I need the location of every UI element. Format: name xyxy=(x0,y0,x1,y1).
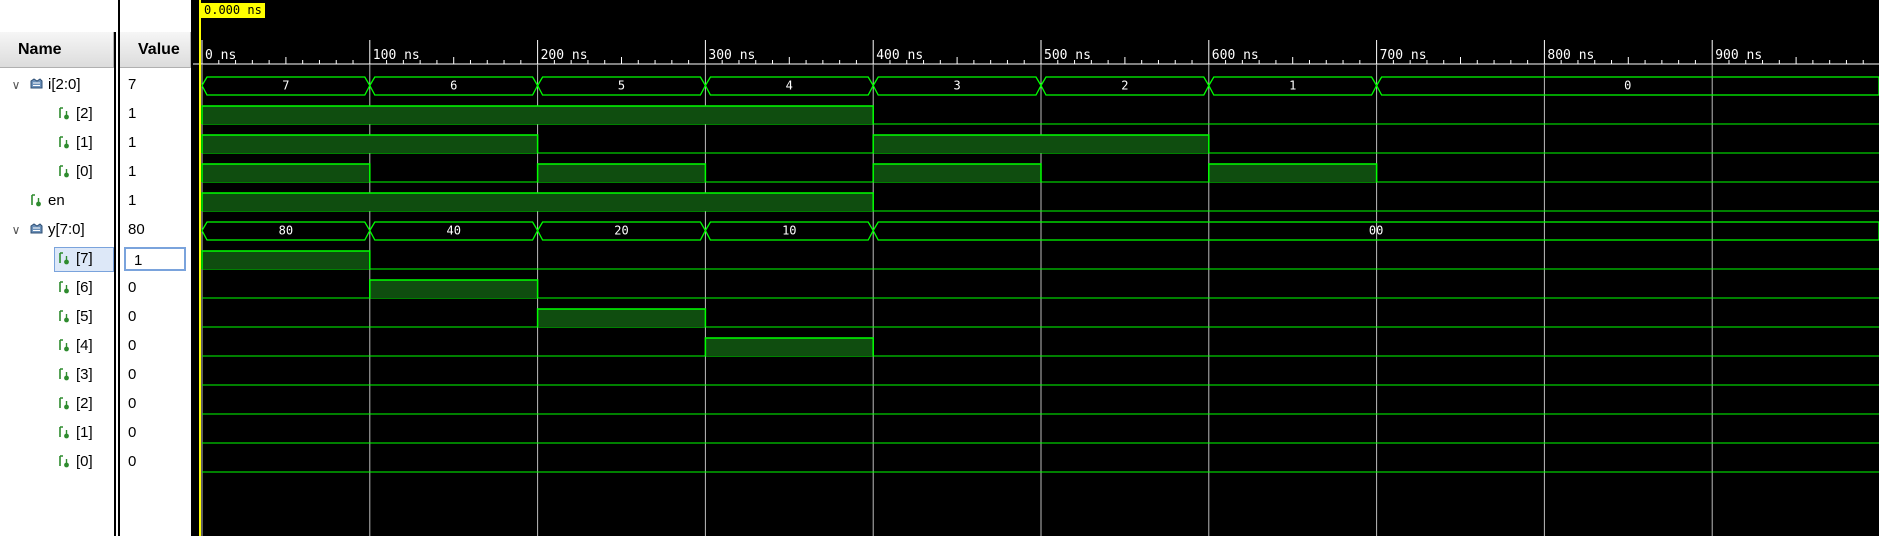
signal-name: [3] xyxy=(76,366,93,383)
signal-name: [1] xyxy=(76,424,93,441)
bit-icon xyxy=(59,397,69,410)
signal-name: [7] xyxy=(76,250,93,267)
signal-row[interactable]: [1] xyxy=(0,421,114,445)
signal-row[interactable]: [6] xyxy=(0,276,114,300)
time-tick-label: 100 ns xyxy=(373,48,420,63)
bus-segment-label: 7 xyxy=(282,79,289,93)
bit-high-fill xyxy=(202,135,538,153)
bit-high-fill xyxy=(705,338,874,356)
signal-value[interactable]: 0 xyxy=(120,392,191,416)
signal-row[interactable]: [2] xyxy=(0,392,114,416)
signal-value[interactable]: 0 xyxy=(120,421,191,445)
signal-name: [2] xyxy=(76,105,93,122)
time-tick-label: 0 ns xyxy=(205,48,236,63)
bus-icon xyxy=(30,223,43,234)
signal-value[interactable]: 0 xyxy=(120,363,191,387)
bit-high-fill xyxy=(873,164,1041,182)
signal-row[interactable]: [4] xyxy=(0,334,114,358)
bit-high-fill xyxy=(202,193,874,211)
bit-high-fill xyxy=(202,251,370,269)
signal-row[interactable]: en xyxy=(0,189,114,213)
signal-row[interactable]: [5] xyxy=(0,305,114,329)
bus-segment-label: 0 xyxy=(1624,79,1631,93)
bit-high-fill xyxy=(202,106,874,124)
bit-icon xyxy=(59,281,69,294)
bit-icon xyxy=(59,455,69,468)
time-tick-label: 800 ns xyxy=(1547,48,1594,63)
signal-name: en xyxy=(48,192,65,209)
name-column-header[interactable]: Name xyxy=(0,32,114,68)
bit-icon xyxy=(59,107,69,120)
signal-name: [0] xyxy=(76,163,93,180)
signal-row[interactable]: [1] xyxy=(0,131,114,155)
signal-name: [4] xyxy=(76,337,93,354)
bus-segment-label: 10 xyxy=(782,224,796,238)
signal-value[interactable]: 1 xyxy=(120,102,191,126)
signal-value[interactable]: 0 xyxy=(120,334,191,358)
time-tick-label: 600 ns xyxy=(1212,48,1259,63)
signal-name: i[2:0] xyxy=(48,76,81,93)
signal-row[interactable]: [7] xyxy=(0,247,114,271)
signal-value[interactable]: 1 xyxy=(120,131,191,155)
time-tick-label: 900 ns xyxy=(1715,48,1762,63)
chevron-down-icon[interactable]: ∨ xyxy=(10,73,22,97)
signal-value[interactable]: 1 xyxy=(120,189,191,213)
signal-value[interactable]: 80 xyxy=(120,218,191,242)
signal-name: [0] xyxy=(76,453,93,470)
signal-value[interactable]: 0 xyxy=(120,450,191,474)
bus-segment-label: 00 xyxy=(1369,224,1383,238)
bit-icon xyxy=(59,426,69,439)
time-tick-label: 500 ns xyxy=(1044,48,1091,63)
signal-row[interactable]: [0] xyxy=(0,160,114,184)
time-tick-label: 700 ns xyxy=(1380,48,1427,63)
bit-icon xyxy=(59,252,69,265)
bus-segment-label: 2 xyxy=(1121,79,1128,93)
signal-row[interactable]: ∨ i[2:0] xyxy=(0,73,114,97)
bus-segment-label: 6 xyxy=(450,79,457,93)
name-column-border xyxy=(114,32,116,536)
bit-icon xyxy=(59,368,69,381)
time-tick-label: 300 ns xyxy=(708,48,755,63)
bit-icon xyxy=(59,165,69,178)
signal-value[interactable]: 1 xyxy=(120,160,191,184)
signal-value[interactable]: 0 xyxy=(120,305,191,329)
signal-row[interactable]: [0] xyxy=(0,450,114,474)
signal-name: y[7:0] xyxy=(48,221,85,238)
waveform-plot[interactable]: 0 ns 100 ns 200 ns 300 ns 400 ns 500 ns 600 ns… xyxy=(193,0,1879,536)
signal-row[interactable]: ∨ y[7:0] xyxy=(0,218,114,242)
signal-name: [6] xyxy=(76,279,93,296)
bus-segment-label: 3 xyxy=(953,79,960,93)
signal-name: [5] xyxy=(76,308,93,325)
bus-segment-label: 1 xyxy=(1289,79,1296,93)
signal-value[interactable]: 1 xyxy=(124,247,186,271)
bit-high-fill xyxy=(537,164,706,182)
signal-name: [2] xyxy=(76,395,93,412)
signal-row[interactable]: [2] xyxy=(0,102,114,126)
bit-icon xyxy=(59,136,69,149)
signal-row[interactable]: [3] xyxy=(0,363,114,387)
chevron-down-icon[interactable]: ∨ xyxy=(10,218,22,242)
time-tick-label: 200 ns xyxy=(541,48,588,63)
cursor-time-label: 0.000 ns xyxy=(201,3,265,18)
bit-high-fill xyxy=(873,135,1209,153)
signal-value[interactable]: 7 xyxy=(120,73,191,97)
bit-icon xyxy=(59,339,69,352)
bus-icon xyxy=(30,78,43,89)
bus-segment-label: 20 xyxy=(614,224,628,238)
bit-high-fill xyxy=(1208,164,1377,182)
bus-segment-label: 80 xyxy=(279,224,293,238)
signal-value[interactable]: 0 xyxy=(120,276,191,300)
bit-high-fill xyxy=(202,164,370,182)
bit-icon xyxy=(31,194,41,207)
bus-segment-label: 40 xyxy=(446,224,460,238)
bit-high-fill xyxy=(369,280,538,298)
bit-high-fill xyxy=(537,309,706,327)
value-column-header[interactable]: Value xyxy=(120,32,191,68)
bus-segment-label: 5 xyxy=(618,79,625,93)
bit-icon xyxy=(59,310,69,323)
bus-segment-label: 4 xyxy=(786,79,793,93)
time-tick-label: 400 ns xyxy=(876,48,923,63)
signal-name: [1] xyxy=(76,134,93,151)
